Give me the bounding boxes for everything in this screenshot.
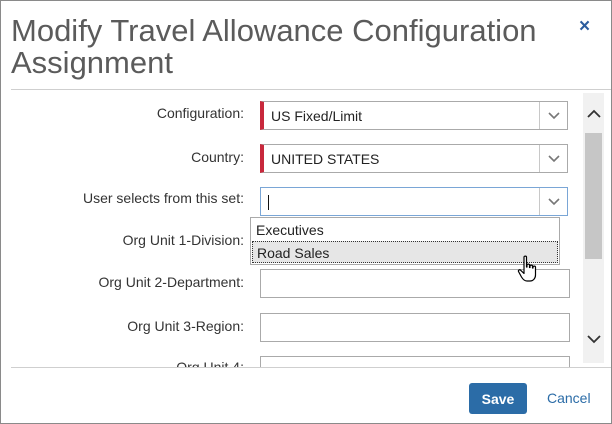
org-unit-4-label: Org Unit 4: [176, 359, 244, 367]
chevron-down-icon[interactable] [539, 188, 567, 215]
org-unit-1-label: Org Unit 1-Division: [122, 232, 244, 248]
dropdown-option-road-sales[interactable]: Road Sales [252, 241, 558, 263]
dialog-title: Modify Travel Allowance Configuration As… [11, 15, 571, 79]
user-set-label: User selects from this set: [82, 190, 244, 206]
country-value: UNITED STATES [271, 151, 380, 167]
dropdown-option-executives[interactable]: Executives [252, 219, 558, 241]
close-icon[interactable]: × [579, 17, 590, 37]
dialog-title-line-1: Modify Travel Allowance Configuration [11, 13, 537, 48]
org-unit-4-input[interactable] [260, 356, 570, 367]
footer-divider [11, 367, 611, 368]
header-divider [11, 89, 611, 90]
chevron-up-icon[interactable] [583, 101, 604, 125]
text-caret [268, 195, 269, 210]
configuration-value: US Fixed/Limit [271, 108, 363, 124]
modify-assignment-dialog: Modify Travel Allowance Configuration As… [0, 0, 612, 424]
user-set-dropdown-list: Executives Road Sales [250, 217, 560, 265]
chevron-down-icon[interactable] [539, 145, 567, 172]
configuration-label: Configuration: [156, 105, 244, 121]
country-select[interactable]: UNITED STATES [260, 144, 568, 173]
scrollbar-thumb[interactable] [585, 133, 602, 259]
country-label: Country: [191, 149, 244, 165]
chevron-down-icon[interactable] [583, 327, 604, 351]
org-unit-3-input[interactable] [260, 313, 570, 342]
user-set-select[interactable] [260, 187, 568, 216]
cancel-link[interactable]: Cancel [547, 390, 591, 406]
org-unit-2-label: Org Unit 2-Department: [98, 274, 245, 290]
vertical-scrollbar[interactable] [583, 93, 604, 363]
save-button[interactable]: Save [469, 383, 527, 414]
configuration-select[interactable]: US Fixed/Limit [260, 101, 568, 130]
chevron-down-icon[interactable] [539, 102, 567, 129]
hand-pointer-icon [517, 255, 537, 282]
dialog-title-line-2: Assignment [11, 45, 173, 80]
org-unit-3-label: Org Unit 3-Region: [127, 318, 244, 334]
